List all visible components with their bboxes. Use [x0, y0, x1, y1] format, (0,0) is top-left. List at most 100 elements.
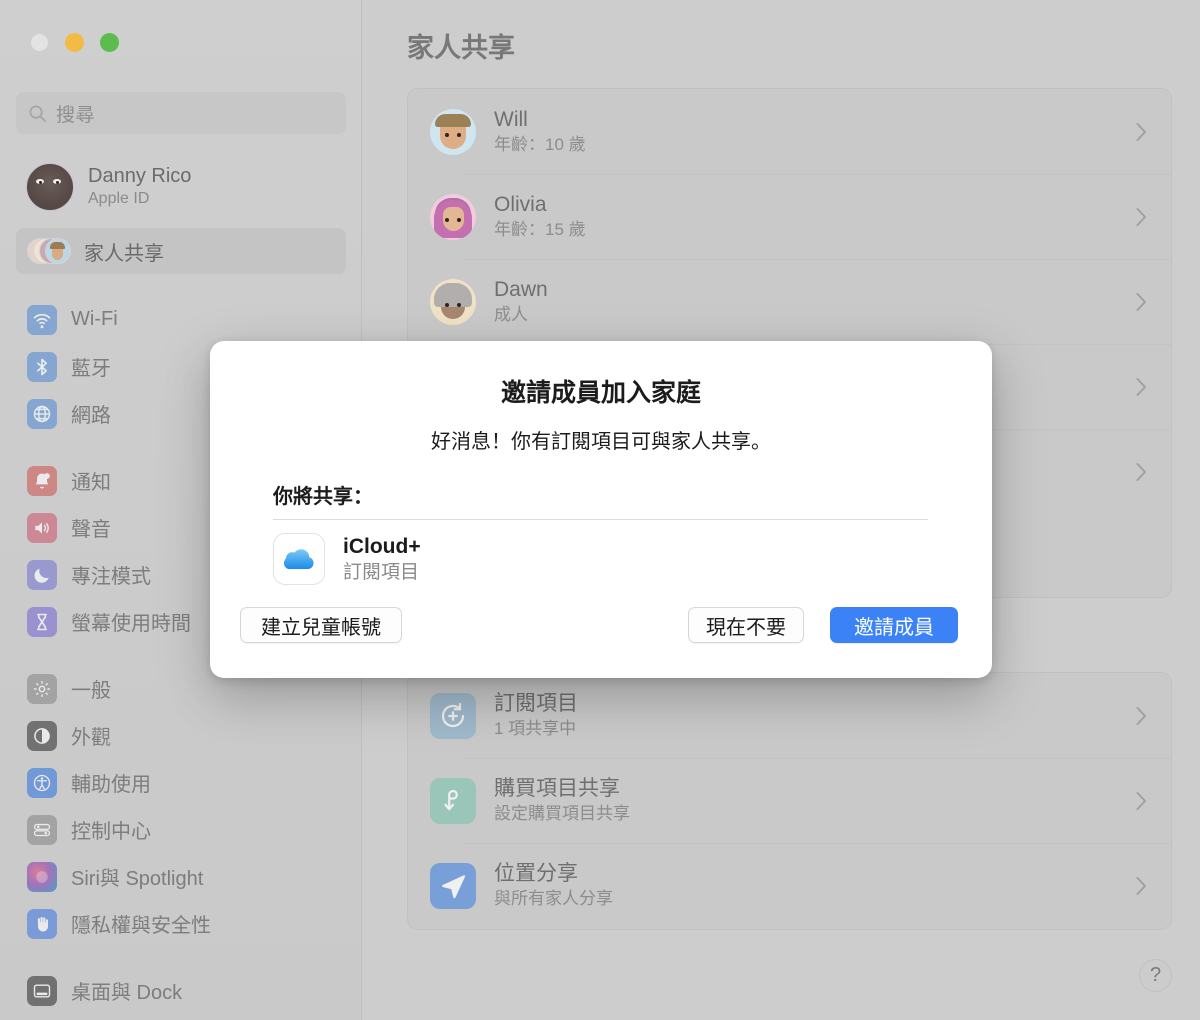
memoji-dawn-avatar — [430, 279, 476, 325]
sidebar-item-label: 通知 — [71, 466, 111, 495]
sidebar-item-label: Wi-Fi — [71, 308, 118, 331]
member-avatar-wrap — [430, 279, 476, 325]
sidebar-item-appearance[interactable]: 外觀 — [0, 712, 362, 759]
member-name: Will — [494, 107, 586, 132]
accessibility-icon — [27, 768, 57, 798]
memoji-will-avatar — [430, 109, 476, 155]
gear-icon — [27, 674, 57, 704]
sidebar-item-siri-spotlight[interactable]: Siri與 Spotlight — [0, 853, 362, 900]
search-field[interactable]: 搜尋 — [16, 92, 346, 134]
memoji-olivia-avatar — [430, 194, 476, 240]
desktop-dock-icon — [27, 976, 57, 1006]
not-now-button[interactable]: 現在不要 — [688, 607, 804, 643]
table-row[interactable]: Dawn 成人 — [408, 259, 1171, 344]
speaker-icon — [27, 513, 57, 543]
feature-subtitle: 設定購買項目共享 — [494, 804, 630, 824]
shared-item-title: iCloud+ — [343, 534, 421, 560]
sidebar-item-label: 專注模式 — [71, 560, 151, 589]
family-features-card: 訂閱項目 1 項共享中 購買項目共享 設定購買項目共享 — [407, 672, 1172, 930]
help-button[interactable]: ? — [1139, 959, 1172, 992]
hand-icon — [27, 909, 57, 939]
member-name: Olivia — [494, 192, 586, 217]
shared-subscription-item: iCloud+ 訂閱項目 — [273, 533, 421, 585]
chevron-right-icon — [1136, 122, 1147, 141]
bell-icon — [27, 466, 57, 496]
sidebar-item-desktop-dock[interactable]: 桌面與 Dock — [0, 967, 362, 1014]
dialog-title: 邀請成員加入家庭 — [210, 373, 992, 409]
feature-title: 訂閱項目 — [494, 691, 578, 716]
close-button[interactable] — [30, 33, 49, 52]
minimize-button[interactable] — [65, 33, 84, 52]
member-detail: 年齡：15 歲 — [494, 220, 586, 240]
invite-member-button[interactable]: 邀請成員 — [830, 607, 958, 643]
sidebar-item-label: 外觀 — [71, 721, 111, 750]
chevron-right-icon — [1136, 876, 1147, 895]
sidebar-item-family-sharing[interactable]: 家人共享 — [16, 228, 346, 274]
feature-icon-wrap — [430, 778, 476, 824]
sidebar-item-accessibility[interactable]: 輔助使用 — [0, 759, 362, 806]
create-child-account-button[interactable]: 建立兒童帳號 — [240, 607, 402, 643]
feature-subtitle: 1 項共享中 — [494, 719, 578, 739]
family-stack-icon — [27, 236, 71, 266]
feature-icon-wrap — [430, 863, 476, 909]
sidebar-item-apple-id[interactable]: Danny Rico Apple ID — [16, 158, 346, 216]
search-placeholder: 搜尋 — [56, 100, 95, 127]
sidebar-group-general: 一般 外觀 輔助使用 — [0, 665, 362, 947]
subscriptions-icon — [430, 693, 476, 739]
sidebar-item-label: 藍牙 — [71, 352, 111, 381]
chevron-right-icon — [1136, 791, 1147, 810]
chevron-right-icon — [1136, 292, 1147, 311]
invite-family-member-dialog: 邀請成員加入家庭 好消息！你有訂閱項目可與家人共享。 你將共享： iCloud+… — [210, 341, 992, 678]
maximize-button[interactable] — [100, 33, 119, 52]
sidebar-item-label: 一般 — [71, 674, 111, 703]
shared-item-subtitle: 訂閱項目 — [343, 561, 421, 584]
sidebar-item-label: 網路 — [71, 399, 111, 428]
settings-window: 搜尋 Danny Rico Apple ID 家人共享 Wi-F — [0, 0, 1200, 1020]
icloud-icon — [273, 533, 325, 585]
member-detail: 年齡：10 歲 — [494, 135, 586, 155]
appearance-icon — [27, 721, 57, 751]
member-avatar-wrap — [430, 194, 476, 240]
sidebar-group-desktop: 桌面與 Dock — [0, 967, 362, 1014]
sidebar-item-privacy-security[interactable]: 隱私權與安全性 — [0, 900, 362, 947]
dialog-section-label: 你將共享： — [273, 480, 373, 509]
search-icon — [28, 104, 47, 123]
feature-title: 位置分享 — [494, 861, 613, 886]
list-item[interactable]: 訂閱項目 1 項共享中 — [408, 673, 1171, 758]
wifi-icon — [27, 305, 57, 335]
sidebar-item-control-center[interactable]: 控制中心 — [0, 806, 362, 853]
profile-subtitle: Apple ID — [88, 190, 191, 209]
feature-subtitle: 與所有家人分享 — [494, 889, 613, 909]
moon-icon — [27, 560, 57, 590]
chevron-right-icon — [1136, 462, 1147, 481]
list-item[interactable]: 位置分享 與所有家人分享 — [408, 843, 1171, 928]
avatar — [26, 163, 74, 211]
chevron-right-icon — [1136, 207, 1147, 226]
sidebar-item-label: 螢幕使用時間 — [71, 607, 191, 636]
member-detail: 成人 — [494, 305, 548, 325]
member-name: Dawn — [494, 277, 548, 302]
feature-title: 購買項目共享 — [494, 776, 630, 801]
feature-icon-wrap — [430, 693, 476, 739]
globe-icon — [27, 399, 57, 429]
sidebar-item-label: 桌面與 Dock — [71, 976, 182, 1005]
sidebar-item-wifi[interactable]: Wi-Fi — [0, 296, 362, 343]
siri-icon — [27, 862, 57, 892]
member-avatar-wrap — [430, 109, 476, 155]
control-center-icon — [27, 815, 57, 845]
sidebar-item-label: Siri與 Spotlight — [71, 862, 203, 891]
page-title: 家人共享 — [407, 26, 515, 65]
table-row[interactable]: Will 年齡：10 歲 — [408, 89, 1171, 174]
list-item[interactable]: 購買項目共享 設定購買項目共享 — [408, 758, 1171, 843]
purchase-sharing-icon — [430, 778, 476, 824]
table-row[interactable]: Olivia 年齡：15 歲 — [408, 174, 1171, 259]
sidebar-item-label: 聲音 — [71, 513, 111, 542]
bluetooth-icon — [27, 352, 57, 382]
chevron-right-icon — [1136, 377, 1147, 396]
dialog-divider — [273, 519, 928, 520]
dialog-subtitle: 好消息！你有訂閱項目可與家人共享。 — [210, 425, 992, 454]
hourglass-icon — [27, 607, 57, 637]
sidebar-item-label: 隱私權與安全性 — [71, 909, 211, 938]
sidebar-item-label: 家人共享 — [84, 237, 164, 266]
profile-name: Danny Rico — [88, 165, 191, 189]
